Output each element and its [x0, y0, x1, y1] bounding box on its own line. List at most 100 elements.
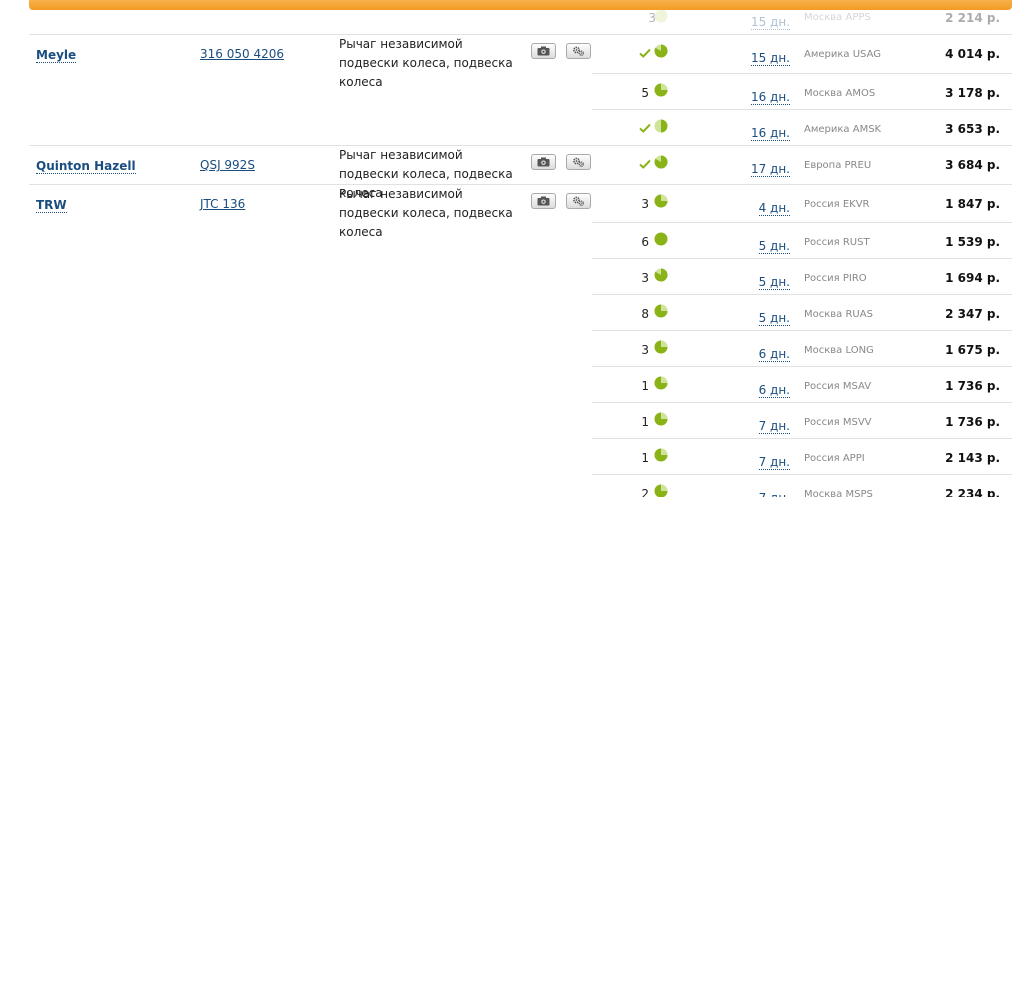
camera-icon: [537, 157, 550, 167]
product-description: Рычаг независимой подвески колеса, подве…: [339, 187, 513, 239]
article-link[interactable]: 316 050 4206: [200, 47, 284, 61]
delivery-days-link[interactable]: 5 дн.: [758, 311, 790, 326]
availability-pie-icon: [654, 268, 668, 282]
delivery-days-link[interactable]: 5 дн.: [758, 275, 790, 290]
offer-divider: [592, 109, 1012, 110]
delivery-days-link[interactable]: 16 дн.: [750, 90, 790, 105]
offer-qty: 8: [641, 307, 649, 321]
delivery-days-link[interactable]: 16 дн.: [750, 126, 790, 141]
offer-price: 2 214 р.: [945, 11, 1000, 25]
warehouse-label: Москва APPS: [804, 12, 871, 23]
offer-qty: 1: [641, 379, 649, 393]
offer-qty: 2: [641, 487, 649, 497]
warehouse-label: Европа PREU: [804, 160, 872, 171]
offer-divider: [592, 294, 1012, 295]
offer-divider: [592, 402, 1012, 403]
offer-qty: 5: [641, 86, 649, 100]
warehouse-label: Америка AMSK: [804, 124, 882, 135]
offer-qty: 1: [641, 415, 649, 429]
warehouse-label: Россия MSVV: [804, 417, 872, 428]
camera-icon: [537, 196, 550, 206]
delivery-days-link[interactable]: 6 дн.: [758, 347, 790, 362]
availability-pie-icon: [654, 376, 668, 390]
warehouse-label: Москва MSPS: [804, 489, 873, 497]
offer-price: 2 347 р.: [945, 307, 1000, 321]
availability-pie-icon: [654, 412, 668, 426]
delivery-days-link[interactable]: 4 дн.: [758, 201, 790, 216]
gears-icon: [573, 196, 585, 206]
availability-pie-icon: [654, 83, 668, 97]
offer-price: 1 539 р.: [945, 235, 1000, 249]
parameters-button[interactable]: [566, 154, 591, 170]
row-divider: [29, 34, 1012, 35]
parameters-button[interactable]: [566, 193, 591, 209]
availability-pie-icon: [654, 119, 668, 133]
photo-button[interactable]: [531, 193, 556, 209]
offer-qty: 3: [641, 271, 649, 285]
in-stock-check-icon: [639, 159, 651, 169]
camera-icon: [537, 46, 550, 56]
warehouse-label: Москва RUAS: [804, 309, 873, 320]
availability-pie-icon: [654, 155, 668, 169]
offer-price: 3 178 р.: [945, 86, 1000, 100]
availability-pie-icon: [654, 448, 668, 462]
offer-price: 1 694 р.: [945, 271, 1000, 285]
offer-divider: [592, 73, 1012, 74]
availability-pie-icon: [654, 194, 668, 208]
offer-price: 4 014 р.: [945, 47, 1000, 61]
offer-price: 1 736 р.: [945, 415, 1000, 429]
article-link[interactable]: QSJ 992S: [200, 158, 255, 172]
delivery-days-link[interactable]: 15 дн.: [750, 15, 790, 30]
warehouse-label: Америка USAG: [804, 49, 881, 60]
in-stock-check-icon: [639, 123, 651, 133]
gears-icon: [573, 157, 585, 167]
warehouse-label: Россия RUST: [804, 237, 870, 248]
offer-price: 1 847 р.: [945, 197, 1000, 211]
brand-link[interactable]: Quinton Hazell: [36, 160, 136, 174]
photo-button[interactable]: [531, 154, 556, 170]
offer-price: 2 234 р.: [945, 487, 1000, 497]
availability-pie-icon: [654, 44, 668, 58]
offer-price: 1 736 р.: [945, 379, 1000, 393]
offer-price: 3 653 р.: [945, 122, 1000, 136]
offer-qty: 3: [641, 197, 649, 211]
warehouse-label: Москва AMOS: [804, 88, 876, 99]
delivery-days-link[interactable]: 7 дн.: [758, 455, 790, 470]
availability-pie-icon: [654, 232, 668, 246]
warehouse-label: Россия PIRO: [804, 273, 867, 284]
row-divider: [29, 145, 1012, 146]
offer-qty: 3: [641, 343, 649, 357]
delivery-days-link[interactable]: 6 дн.: [758, 383, 790, 398]
offer-divider: [592, 330, 1012, 331]
photo-button[interactable]: [531, 43, 556, 59]
article-link[interactable]: JTC 136: [200, 197, 245, 211]
offer-price: 1 675 р.: [945, 343, 1000, 357]
offer-price: 2 143 р.: [945, 451, 1000, 465]
warehouse-label: Россия MSAV: [804, 381, 872, 392]
availability-pie-icon: [654, 9, 668, 23]
offer-price: 3 684 р.: [945, 158, 1000, 172]
gears-icon: [573, 46, 585, 56]
warehouse-label: Россия EKVR: [804, 199, 870, 210]
product-description: Рычаг независимой подвески колеса, подве…: [339, 37, 513, 89]
offer-divider: [592, 474, 1012, 475]
offer-divider: [592, 366, 1012, 367]
availability-pie-icon: [654, 340, 668, 354]
delivery-days-link[interactable]: 5 дн.: [758, 239, 790, 254]
offer-qty: 1: [641, 451, 649, 465]
parameters-button[interactable]: [566, 43, 591, 59]
delivery-days-link[interactable]: 7 дн.: [758, 419, 790, 434]
delivery-days-link[interactable]: 15 дн.: [750, 51, 790, 66]
row-divider: [29, 184, 1012, 185]
availability-pie-icon: [654, 484, 668, 497]
brand-link[interactable]: Meyle: [36, 49, 77, 63]
offer-divider: [592, 258, 1012, 259]
in-stock-check-icon: [639, 48, 651, 58]
warehouse-label: Москва LONG: [804, 345, 874, 356]
offer-divider: [592, 438, 1012, 439]
delivery-days-link[interactable]: 17 дн.: [750, 162, 790, 177]
delivery-days-link[interactable]: 7 дн.: [758, 491, 790, 497]
offer-qty: 6: [641, 235, 649, 249]
brand-link[interactable]: TRW: [36, 199, 67, 213]
results-table: 3 15 дн. Москва APPS 2 214 р. Meyle 316 …: [29, 0, 1012, 497]
